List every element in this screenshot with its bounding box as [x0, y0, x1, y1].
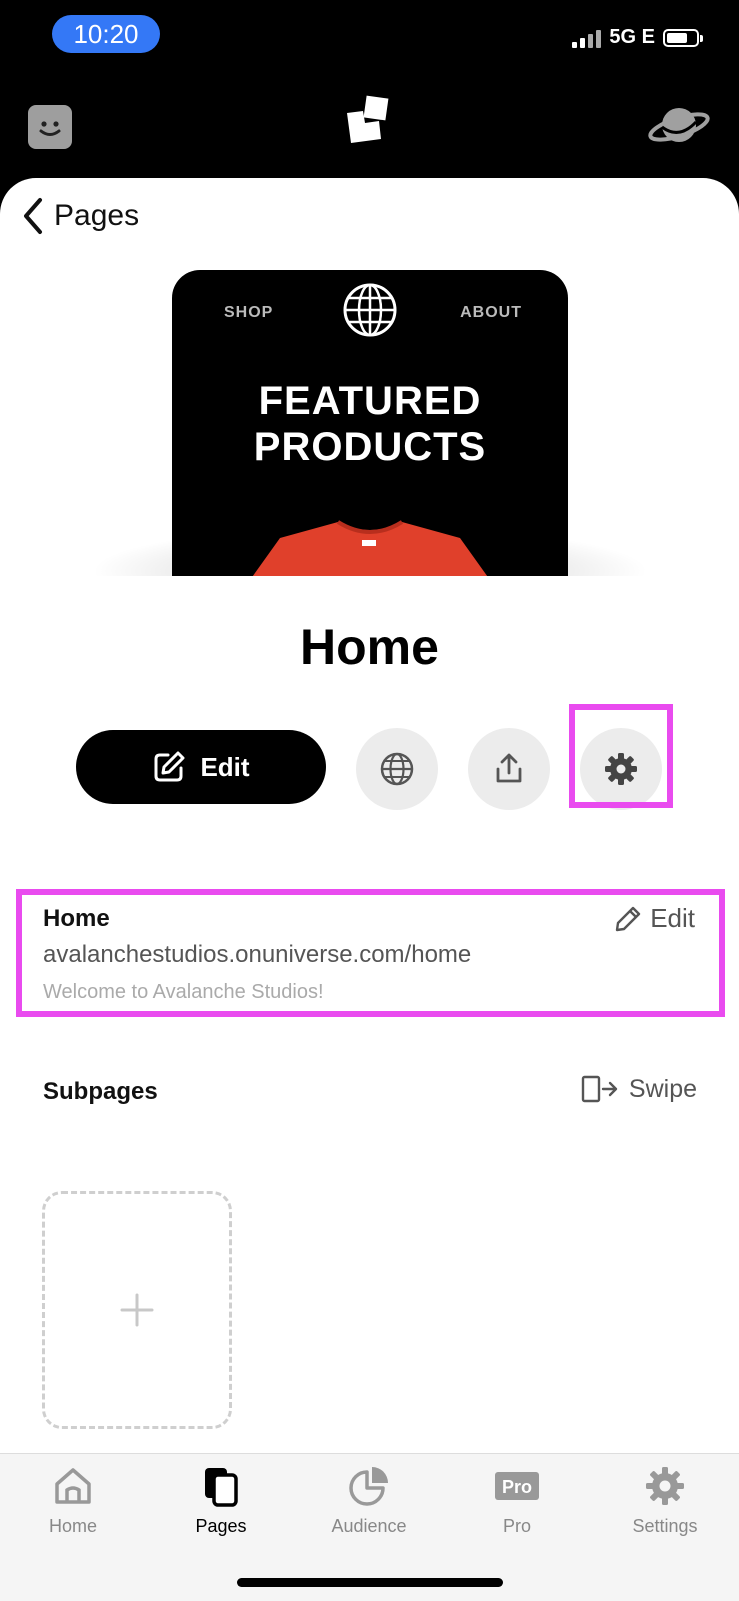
- status-indicators: 5G E: [572, 26, 703, 49]
- info-title: Home: [43, 905, 110, 932]
- add-subpage-button[interactable]: [42, 1191, 232, 1429]
- content-sheet: Pages SHOP ABOUT FEATURED PRODUCTS Home …: [0, 178, 739, 1453]
- preview-headline: FEATURED PRODUCTS: [253, 379, 487, 469]
- status-time: 10:20: [52, 15, 160, 53]
- preview-nav-about: ABOUT: [460, 304, 522, 321]
- tab-pages[interactable]: Pages: [161, 1464, 281, 1537]
- page-description: Welcome to Avalanche Studios!: [43, 981, 324, 1003]
- app-top-bar: [0, 80, 739, 175]
- pencil-icon: [615, 906, 641, 931]
- preview-card: SHOP ABOUT FEATURED PRODUCTS: [172, 270, 568, 576]
- share-icon: [496, 753, 522, 783]
- page-info-card: Home Edit avalanchestudios.onuniverse.co…: [16, 889, 725, 1017]
- tshirt-image: [250, 520, 490, 576]
- pro-badge-icon: Pro: [495, 1472, 539, 1500]
- tab-pages-label: Pages: [195, 1516, 247, 1536]
- network-label: 5G E: [609, 26, 655, 48]
- tab-home-label: Home: [48, 1516, 97, 1536]
- home-icon: [55, 1468, 91, 1504]
- pages-icon: [205, 1468, 238, 1507]
- globe-icon: [380, 752, 414, 786]
- globe-logo-icon: [342, 282, 398, 343]
- tab-settings-label: Settings: [632, 1516, 698, 1536]
- pie-chart-icon: [349, 1467, 388, 1506]
- subpages-title: Subpages: [43, 1078, 158, 1105]
- tab-home[interactable]: Home: [13, 1464, 133, 1537]
- face-icon: [39, 121, 61, 136]
- status-bar: 10:20 5G E: [0, 0, 739, 70]
- home-indicator: [237, 1578, 503, 1587]
- tab-settings[interactable]: Settings: [605, 1464, 725, 1537]
- publish-globe-button[interactable]: [356, 728, 438, 810]
- plus-icon: [120, 1293, 154, 1327]
- tab-audience-label: Audience: [331, 1516, 407, 1536]
- profile-face-button[interactable]: [28, 105, 72, 149]
- battery-icon: [663, 28, 703, 47]
- planet-icon[interactable]: [647, 100, 711, 155]
- edit-button-label: Edit: [200, 751, 250, 782]
- gear-icon: [605, 753, 637, 785]
- signal-icon: [572, 28, 602, 48]
- edit-page-button[interactable]: Edit: [76, 730, 326, 804]
- swipe-button[interactable]: Swipe: [581, 1074, 697, 1104]
- page-actions: Edit: [0, 704, 739, 822]
- gear-icon: [646, 1467, 684, 1505]
- tab-audience[interactable]: Audience: [309, 1464, 429, 1537]
- preview-nav-shop: SHOP: [224, 304, 274, 321]
- back-button[interactable]: Pages: [20, 196, 139, 236]
- swipe-label: Swipe: [628, 1074, 697, 1103]
- back-label: Pages: [54, 199, 140, 232]
- info-edit-label: Edit: [650, 903, 695, 933]
- tab-pro[interactable]: Pro Pro: [457, 1464, 577, 1537]
- page-settings-button[interactable]: [580, 728, 662, 810]
- bottom-tab-bar: Home Pages Audience Pro Pro Settings: [0, 1453, 739, 1601]
- chevron-left-icon: [24, 198, 42, 234]
- share-button[interactable]: [468, 728, 550, 810]
- page-title: Home: [300, 619, 439, 675]
- info-edit-button[interactable]: Edit: [614, 903, 695, 934]
- page-url: avalanchestudios.onuniverse.com/home: [43, 941, 472, 968]
- page-preview[interactable]: SHOP ABOUT FEATURED PRODUCTS: [80, 270, 660, 576]
- app-logo-icon: [345, 95, 393, 152]
- subpages-header: Subpages Swipe: [0, 1074, 739, 1114]
- tab-pro-label: Pro: [502, 1516, 531, 1536]
- svg-text:Pro: Pro: [502, 1477, 532, 1497]
- edit-square-icon: [154, 751, 185, 782]
- swipe-icon: [581, 1075, 618, 1103]
